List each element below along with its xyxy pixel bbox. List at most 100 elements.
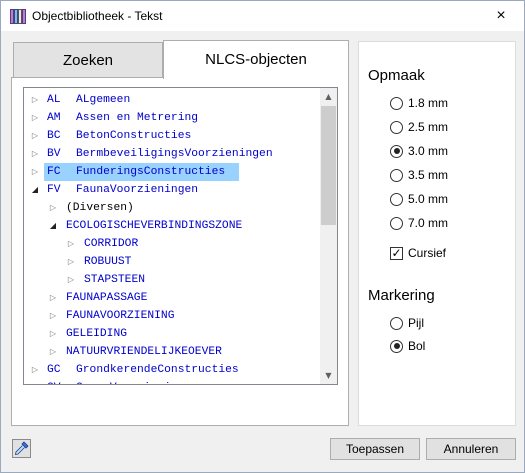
nlcs-tree[interactable]: ▷ AL ALgemeen ▷ AM Assen en Metrering ▷ BC Beton… — [23, 87, 338, 385]
scroll-up-icon[interactable]: ▲ — [320, 88, 337, 105]
window-title: Objectbibliotheek - Tekst — [32, 9, 163, 23]
size-option[interactable]: 3.0 mm — [390, 143, 448, 159]
marker-label: Bol — [408, 339, 426, 353]
tree-row[interactable]: ▷ BC BetonConstructies — [24, 127, 320, 145]
marker-option[interactable]: Pijl — [390, 315, 424, 331]
tree-row[interactable]: ▷ ROBUUST — [24, 253, 320, 271]
cursief-option[interactable]: ✓ Cursief — [390, 245, 446, 261]
tree-label: GrondkerendeConstructies — [76, 364, 239, 376]
radio-3-5[interactable] — [390, 168, 403, 182]
radio-3-0[interactable] — [390, 144, 403, 158]
expand-icon[interactable]: ▷ — [48, 289, 58, 307]
tab-zoeken[interactable]: Zoeken — [13, 42, 163, 78]
collapse-icon[interactable]: ◢ — [30, 181, 40, 199]
tree-label: FunderingsConstructies — [76, 166, 226, 178]
tree-row[interactable]: ▷ FAUNAVOORZIENING — [24, 307, 320, 325]
tree-code: BC — [47, 130, 61, 142]
expand-icon[interactable]: ▷ — [30, 127, 40, 145]
expand-icon[interactable]: ▷ — [66, 253, 76, 271]
expand-icon[interactable]: ▷ — [48, 307, 58, 325]
markering-title: Markering — [368, 287, 435, 304]
cursief-checkbox[interactable]: ✓ — [390, 246, 403, 260]
opmaak-title: Opmaak — [368, 67, 425, 84]
tree-row[interactable]: ▷ NATUURVRIENDELIJKEOEVER — [24, 343, 320, 361]
size-option[interactable]: 2.5 mm — [390, 119, 448, 135]
expand-icon[interactable]: ▷ — [48, 325, 58, 343]
scroll-thumb[interactable] — [321, 106, 336, 225]
radio-5-0[interactable] — [390, 192, 403, 206]
size-label: 3.0 mm — [408, 144, 449, 158]
eyedropper-icon — [14, 441, 29, 456]
expand-icon[interactable]: ▷ — [48, 343, 58, 361]
tree-code: BV — [47, 148, 61, 160]
expand-icon[interactable]: ▷ — [48, 199, 58, 217]
tree-row[interactable]: ◢ ECOLOGISCHEVERBINDINGSZONE — [24, 217, 320, 235]
tree-row[interactable]: ▷ (Diversen) — [24, 199, 320, 217]
tree-row[interactable]: ▷ FAUNAPASSAGE — [24, 289, 320, 307]
size-option[interactable]: 1.8 mm — [390, 95, 448, 111]
size-label: 1.8 mm — [408, 96, 449, 110]
size-option[interactable]: 3.5 mm — [390, 167, 448, 183]
radio-7-0[interactable] — [390, 216, 403, 230]
size-label: 7.0 mm — [408, 216, 449, 230]
dialog-window: Objectbibliotheek - Tekst × Zoeken NLCS-… — [0, 0, 525, 473]
tree-label: ECOLOGISCHEVERBINDINGSZONE — [66, 220, 243, 232]
expand-icon[interactable]: ▷ — [30, 109, 40, 127]
expand-icon[interactable]: ▷ — [30, 361, 40, 379]
tree-label: (Diversen) — [66, 202, 134, 214]
size-option[interactable]: 5.0 mm — [390, 191, 448, 207]
marker-option[interactable]: Bol — [390, 338, 425, 354]
tree-row[interactable]: ▷ FC FunderingsConstructies — [24, 163, 320, 181]
tree-code: GC — [47, 364, 61, 376]
tree-label: STAPSTEEN — [84, 274, 146, 286]
scroll-down-icon[interactable]: ▼ — [320, 367, 337, 384]
tree-label: Assen en Metrering — [76, 112, 199, 124]
close-button[interactable]: × — [478, 1, 524, 31]
tree-scrollbar[interactable]: ▲ ▼ — [320, 88, 337, 384]
tree-row[interactable]: ▷ AL ALgemeen — [24, 91, 320, 109]
cancel-button[interactable]: Annuleren — [426, 438, 516, 460]
tree-row[interactable]: ▷ CORRIDOR — [24, 235, 320, 253]
tree-row[interactable]: ▷ GV GroenVoorzieningen — [24, 379, 320, 384]
radio-pijl[interactable] — [390, 316, 403, 330]
radio-bol[interactable] — [390, 339, 403, 353]
close-icon: × — [496, 7, 506, 24]
size-label: 2.5 mm — [408, 120, 449, 134]
expand-icon[interactable]: ▷ — [30, 91, 40, 109]
collapse-icon[interactable]: ◢ — [48, 217, 58, 235]
tree-row[interactable]: ▷ BV BermbeveiligingsVoorzieningen — [24, 145, 320, 163]
library-icon — [10, 9, 26, 24]
tree-row[interactable]: ▷ GC GrondkerendeConstructies — [24, 361, 320, 379]
tab-nlcs-objecten[interactable]: NLCS-objecten — [163, 40, 349, 79]
marker-label: Pijl — [408, 316, 425, 330]
tree-row[interactable]: ▷ STAPSTEEN — [24, 271, 320, 289]
tree-code: AL — [47, 94, 61, 106]
radio-1-8[interactable] — [390, 96, 403, 110]
tree-row[interactable]: ▷ AM Assen en Metrering — [24, 109, 320, 127]
expand-icon[interactable]: ▷ — [66, 235, 76, 253]
expand-icon[interactable]: ▷ — [66, 271, 76, 289]
tree-label: FAUNAVOORZIENING — [66, 310, 175, 322]
tree-label: BermbeveiligingsVoorzieningen — [76, 148, 273, 160]
tree-label: BetonConstructies — [76, 130, 192, 142]
tree-code: FV — [47, 184, 61, 196]
size-option[interactable]: 7.0 mm — [390, 215, 448, 231]
tree-label: ROBUUST — [84, 256, 132, 268]
tree-code: GV — [47, 379, 61, 384]
tree-row[interactable]: ◢ FV FaunaVoorzieningen — [24, 181, 320, 199]
apply-button[interactable]: Toepassen — [330, 438, 420, 460]
tree-label: FAUNAPASSAGE — [66, 292, 148, 304]
tree-label: GroenVoorzieningen — [76, 379, 198, 384]
expand-icon[interactable]: ▷ — [30, 379, 40, 384]
tree-label: ALgemeen — [76, 94, 131, 106]
pick-button[interactable] — [12, 439, 31, 458]
tree-list: ▷ AL ALgemeen ▷ AM Assen en Metrering ▷ BC Beton… — [24, 91, 320, 384]
expand-icon[interactable]: ▷ — [30, 163, 40, 181]
expand-icon[interactable]: ▷ — [30, 145, 40, 163]
radio-2-5[interactable] — [390, 120, 403, 134]
size-label: 5.0 mm — [408, 192, 449, 206]
title-bar: Objectbibliotheek - Tekst × — [1, 1, 524, 31]
tree-row[interactable]: ▷ GELEIDING — [24, 325, 320, 343]
cursief-label: Cursief — [408, 246, 447, 260]
tree-label: FaunaVoorzieningen — [76, 184, 199, 196]
